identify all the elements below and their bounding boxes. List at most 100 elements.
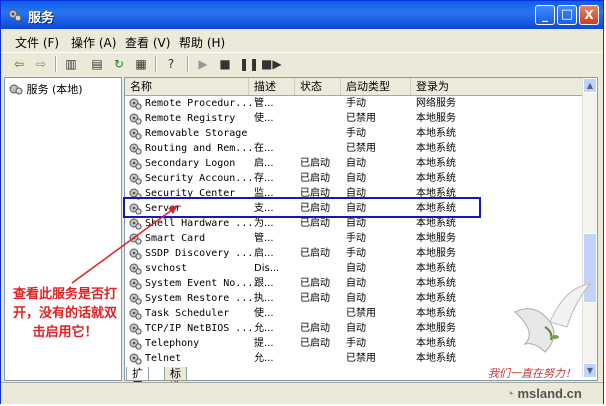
- pause-service-icon[interactable]: ❚❚: [239, 56, 259, 72]
- column-header-description[interactable]: 描述: [249, 78, 295, 95]
- service-desc-cell: 启...: [254, 158, 274, 169]
- service-desc-cell: 允...: [254, 323, 274, 334]
- service-row[interactable]: Smart Card 管... 手动 本地服务: [125, 231, 585, 246]
- service-desc-cell: 提...: [254, 338, 274, 349]
- dove-logo-icon: [514, 283, 592, 353]
- service-name-cell: Remote Registry: [145, 113, 236, 124]
- menu-file[interactable]: 文件 (F): [15, 34, 59, 51]
- service-logon-cell: 网络服务: [416, 98, 456, 109]
- service-gear-icon: [129, 233, 142, 245]
- refresh-icon[interactable]: ↻: [111, 56, 127, 72]
- tree-root-services-local[interactable]: 服务 (本地): [9, 81, 83, 97]
- toolbar: ⇦ ⇨ ▥ ▤ ↻ ▦ ? ▶ ■ ❚❚ ■▶: [1, 52, 603, 75]
- service-logon-cell: 本地系统: [416, 158, 456, 169]
- service-gear-icon: [129, 278, 142, 290]
- server-highlight-box: [123, 197, 481, 218]
- tab-extended[interactable]: 扩展: [126, 367, 149, 393]
- service-startup-cell: 已禁用: [346, 353, 376, 364]
- service-name-cell: Routing and Rem...: [145, 143, 254, 154]
- service-logon-cell: 本地服务: [416, 248, 456, 259]
- service-gear-icon: [129, 308, 142, 320]
- service-gear-icon: [129, 248, 142, 260]
- service-name-cell: SSDP Discovery ...: [145, 248, 254, 259]
- service-logon-cell: 本地系统: [416, 308, 456, 319]
- menu-help[interactable]: 帮助 (H): [179, 34, 225, 51]
- stop-service-icon[interactable]: ■: [217, 56, 233, 72]
- show-tree-icon[interactable]: ▥: [63, 56, 79, 72]
- service-desc-cell: 管...: [254, 98, 274, 109]
- service-row[interactable]: Secondary Logon 启... 已启动 自动 本地系统: [125, 156, 585, 171]
- service-gear-icon: [129, 143, 142, 155]
- service-desc-cell: 为...: [254, 218, 274, 229]
- service-startup-cell: 手动: [346, 128, 366, 139]
- toolbar-separator: [55, 56, 57, 72]
- menu-view[interactable]: 查看 (V): [125, 34, 170, 51]
- column-header-name[interactable]: 名称: [125, 78, 249, 95]
- service-startup-cell: 自动: [346, 263, 366, 274]
- column-header-status[interactable]: 状态: [295, 78, 341, 95]
- service-status-cell: 已启动: [300, 293, 330, 304]
- restart-service-icon[interactable]: ■▶: [261, 56, 282, 72]
- window-title: 服务: [28, 11, 55, 26]
- service-gear-icon: [129, 158, 142, 170]
- service-status-cell: 已启动: [300, 248, 330, 259]
- services-gear-icon: [8, 9, 22, 22]
- service-row[interactable]: Remote Registry 使... 已禁用 本地服务: [125, 111, 585, 126]
- service-startup-cell: 自动: [346, 158, 366, 169]
- column-header-logon-as[interactable]: 登录为: [411, 78, 585, 95]
- service-startup-cell: 自动: [346, 293, 366, 304]
- service-name-cell: System Restore ...: [145, 293, 254, 304]
- service-row[interactable]: Shell Hardware ... 为... 已启动 自动 本地系统: [125, 216, 585, 231]
- toolbar-separator: [155, 56, 157, 72]
- service-startup-cell: 已禁用: [346, 143, 376, 154]
- back-icon[interactable]: ⇦: [11, 56, 27, 72]
- service-desc-cell: 使...: [254, 113, 274, 124]
- service-name-cell: System Event No...: [145, 278, 254, 289]
- service-startup-cell: 自动: [346, 323, 366, 334]
- service-gear-icon: [129, 173, 142, 185]
- help-icon[interactable]: ?: [163, 56, 179, 72]
- watermark-site: ◔ msland.cn: [506, 386, 582, 401]
- minimize-button[interactable]: _: [535, 5, 555, 25]
- menu-action[interactable]: 操作 (A): [71, 34, 116, 51]
- tree-root-label: 服务 (本地): [26, 83, 83, 96]
- services-gear-icon: [9, 84, 23, 95]
- service-row[interactable]: SSDP Discovery ... 启... 已启动 手动 本地服务: [125, 246, 585, 261]
- service-desc-cell: 存...: [254, 173, 274, 184]
- forward-icon[interactable]: ⇨: [33, 56, 49, 72]
- service-startup-cell: 自动: [346, 218, 366, 229]
- column-header-startup-type[interactable]: 启动类型: [341, 78, 411, 95]
- service-row[interactable]: Remote Procedur... 管... 手动 网络服务: [125, 96, 585, 111]
- service-row[interactable]: svchost Dis... 自动 本地系统: [125, 261, 585, 276]
- annotation-text: 查看此服务是否打开，没有的话就双击启用它！: [12, 287, 117, 340]
- scroll-down-button[interactable]: ▼: [583, 363, 597, 378]
- service-name-cell: Telnet: [145, 353, 182, 364]
- scroll-up-button[interactable]: ▲: [583, 78, 597, 93]
- service-status-cell: 已启动: [300, 218, 330, 229]
- export-list-icon[interactable]: ▦: [133, 56, 149, 72]
- service-row[interactable]: Routing and Rem... 在... 已禁用 本地系统: [125, 141, 585, 156]
- watermark-slogan: 我们一直在努力！: [488, 367, 576, 380]
- service-name-cell: Telephony: [145, 338, 200, 349]
- toolbar-separator: [187, 56, 189, 72]
- service-desc-cell: 管...: [254, 233, 274, 244]
- title-bar[interactable]: 服务 _ □ X: [1, 1, 603, 29]
- service-name-cell: Task Scheduler: [145, 308, 230, 319]
- service-row[interactable]: Security Accoun... 存... 已启动 自动 本地系统: [125, 171, 585, 186]
- tab-standard[interactable]: 标准: [164, 367, 187, 393]
- service-startup-cell: 手动: [346, 233, 366, 244]
- service-gear-icon: [129, 128, 142, 140]
- service-name-cell: Smart Card: [145, 233, 206, 244]
- service-logon-cell: 本地系统: [416, 218, 456, 229]
- service-gear-icon: [129, 353, 142, 365]
- properties-icon[interactable]: ▤: [89, 56, 105, 72]
- start-service-icon[interactable]: ▶: [195, 56, 211, 72]
- service-logon-cell: 本地系统: [416, 263, 456, 274]
- service-startup-cell: 自动: [346, 278, 366, 289]
- service-name-cell: Shell Hardware ...: [145, 218, 254, 229]
- maximize-button[interactable]: □: [557, 5, 577, 25]
- service-row[interactable]: Removable Storage 手动 本地系统: [125, 126, 585, 141]
- service-name-cell: Remote Procedur...: [145, 98, 254, 109]
- close-button[interactable]: X: [579, 5, 599, 25]
- service-name-cell: Security Accoun...: [145, 173, 254, 184]
